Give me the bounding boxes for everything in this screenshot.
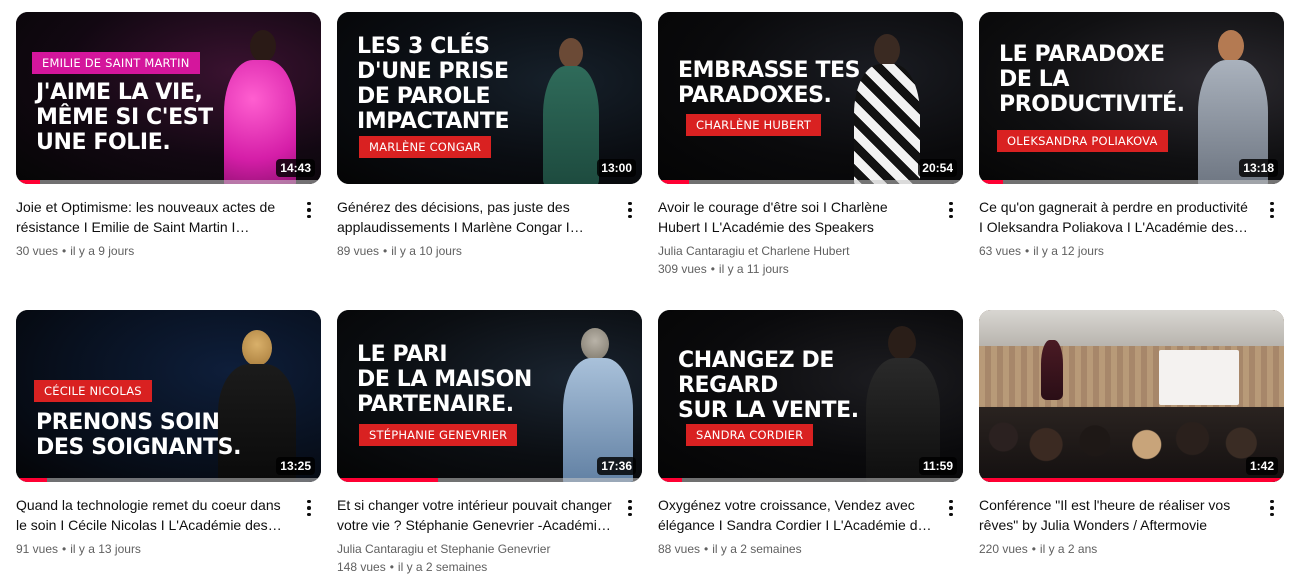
projection-screen [1159, 350, 1239, 405]
video-thumbnail[interactable]: CÉCILE NICOLAS PRENONS SOIN DES SOIGNANT… [16, 310, 321, 482]
more-vert-icon[interactable] [618, 198, 642, 222]
more-vert-icon[interactable] [297, 496, 321, 520]
video-title[interactable]: Ce qu'on gagnerait à perdre en productiv… [979, 197, 1284, 237]
ceiling [979, 310, 1284, 346]
video-stats: 220 vues • il y a 2 ans [979, 540, 1284, 558]
view-count: 88 vues [658, 542, 701, 556]
speaker-name-label: OLEKSANDRA POLIAKOVA [997, 130, 1168, 152]
view-count: 30 vues [16, 244, 59, 258]
video-thumbnail[interactable]: EMBRASSE TES PARADOXES. CHARLÈNE HUBERT … [658, 12, 963, 184]
video-title[interactable]: Quand la technologie remet du coeur dans… [16, 495, 321, 535]
video-thumbnail[interactable]: LE PARI DE LA MAISON PARTENAIRE. STÉPHAN… [337, 310, 642, 482]
video-card: CÉCILE NICOLAS PRENONS SOIN DES SOIGNANT… [16, 310, 321, 558]
more-vert-icon[interactable] [297, 198, 321, 222]
speaker-name-label: EMILIE DE SAINT MARTIN [32, 52, 200, 74]
view-count: 309 vues [658, 262, 707, 276]
upload-date: il y a 12 jours [1033, 244, 1104, 258]
upload-date: il y a 9 jours [70, 244, 135, 258]
separator: • [710, 262, 715, 276]
video-card: LE PARADOXE DE LA PRODUCTIVITÉ. OLEKSAND… [979, 12, 1284, 260]
video-card: LE PARI DE LA MAISON PARTENAIRE. STÉPHAN… [337, 310, 642, 576]
duration-badge: 14:43 [276, 159, 315, 177]
video-thumbnail[interactable]: CHANGEZ DE REGARD SUR LA VENTE. SANDRA C… [658, 310, 963, 482]
more-vert-icon[interactable] [939, 496, 963, 520]
audience [979, 407, 1284, 482]
upload-date: il y a 2 semaines [712, 542, 802, 556]
upload-date: il y a 11 jours [718, 262, 789, 276]
video-title[interactable]: Générez des décisions, pas juste des app… [337, 197, 642, 237]
separator: • [62, 244, 67, 258]
speaker-name-label: SANDRA CORDIER [686, 424, 814, 446]
upload-date: il y a 10 jours [391, 244, 462, 258]
separator: • [1025, 244, 1030, 258]
video-stats: 63 vues • il y a 12 jours [979, 242, 1284, 260]
speaker-name-label: STÉPHANIE GENEVRIER [359, 424, 518, 446]
view-count: 148 vues [337, 560, 386, 574]
upload-date: il y a 2 semaines [397, 560, 488, 574]
duration-badge: 17:36 [597, 457, 636, 475]
video-stats: 30 vues • il y a 9 jours [16, 242, 321, 260]
separator: • [704, 542, 709, 556]
duration-badge: 1:42 [1245, 457, 1278, 475]
separator: • [389, 560, 394, 574]
video-title[interactable]: Conférence "Il est l'heure de réaliser v… [979, 495, 1284, 535]
thumbnail-headline: LE PARADOXE DE LA PRODUCTIVITÉ. [999, 42, 1185, 117]
duration-badge: 13:18 [1239, 159, 1278, 177]
speaker-name-label: CÉCILE NICOLAS [34, 380, 152, 402]
video-thumbnail[interactable]: LES 3 CLÉS D'UNE PRISE DE PAROLE IMPACTA… [337, 12, 642, 184]
separator: • [383, 244, 388, 258]
video-card: LES 3 CLÉS D'UNE PRISE DE PAROLE IMPACTA… [337, 12, 642, 260]
video-stats: 148 vues • il y a 2 semaines [337, 558, 642, 576]
video-title[interactable]: Et si changer votre intérieur pouvait ch… [337, 495, 642, 535]
video-stats: 91 vues • il y a 13 jours [16, 540, 321, 558]
view-count: 89 vues [337, 244, 380, 258]
video-thumbnail[interactable]: EMILIE DE SAINT MARTIN J'AIME LA VIE, MÊ… [16, 12, 321, 184]
thumbnail-headline: LES 3 CLÉS D'UNE PRISE DE PAROLE IMPACTA… [357, 34, 510, 134]
more-vert-icon[interactable] [1260, 496, 1284, 520]
thumbnail-headline: J'AIME LA VIE, MÊME SI C'EST UNE FOLIE. [36, 80, 213, 155]
view-count: 220 vues [979, 542, 1028, 556]
video-stats: 88 vues • il y a 2 semaines [658, 540, 963, 558]
thumbnail-headline: PRENONS SOIN DES SOIGNANTS. [36, 410, 242, 460]
view-count: 63 vues [979, 244, 1022, 258]
separator: • [62, 542, 67, 556]
thumbnail-headline: LE PARI DE LA MAISON PARTENAIRE. [357, 342, 532, 417]
speaker-name-label: CHARLÈNE HUBERT [686, 114, 822, 136]
duration-badge: 13:00 [597, 159, 636, 177]
thumbnail-headline: EMBRASSE TES PARADOXES. [678, 58, 861, 108]
video-title[interactable]: Oxygénez votre croissance, Vendez avec é… [658, 495, 963, 535]
video-thumbnail[interactable]: LE PARADOXE DE LA PRODUCTIVITÉ. OLEKSAND… [979, 12, 1284, 184]
more-vert-icon[interactable] [618, 496, 642, 520]
video-stats: 89 vues • il y a 10 jours [337, 242, 642, 260]
video-card: CHANGEZ DE REGARD SUR LA VENTE. SANDRA C… [658, 310, 963, 558]
video-stats: 309 vues • il y a 11 jours [658, 260, 963, 278]
duration-badge: 20:54 [918, 159, 957, 177]
duration-badge: 13:25 [276, 457, 315, 475]
channel-name[interactable]: Julia Cantaragiu et Charlene Hubert [658, 242, 963, 260]
more-vert-icon[interactable] [1260, 198, 1284, 222]
video-card: 1:42 Conférence "Il est l'heure de réali… [979, 310, 1284, 558]
video-title[interactable]: Joie et Optimisme: les nouveaux actes de… [16, 197, 321, 237]
video-title[interactable]: Avoir le courage d'être soi I Charlène H… [658, 197, 963, 237]
video-card: EMILIE DE SAINT MARTIN J'AIME LA VIE, MÊ… [16, 12, 321, 260]
more-vert-icon[interactable] [939, 198, 963, 222]
thumbnail-headline: CHANGEZ DE REGARD SUR LA VENTE. [678, 348, 859, 423]
video-thumbnail[interactable]: 1:42 [979, 310, 1284, 482]
upload-date: il y a 13 jours [70, 542, 141, 556]
video-card: EMBRASSE TES PARADOXES. CHARLÈNE HUBERT … [658, 12, 963, 278]
channel-name[interactable]: Julia Cantaragiu et Stephanie Genevrier [337, 540, 642, 558]
speaker-figure [1041, 340, 1063, 400]
speaker-name-label: MARLÈNE CONGAR [359, 136, 492, 158]
duration-badge: 11:59 [918, 457, 957, 475]
view-count: 91 vues [16, 542, 59, 556]
upload-date: il y a 2 ans [1039, 542, 1098, 556]
separator: • [1031, 542, 1036, 556]
